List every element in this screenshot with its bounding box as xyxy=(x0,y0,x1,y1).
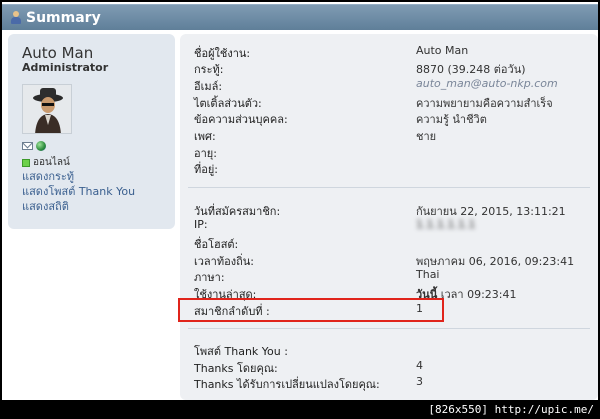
detail-value: ความรู้ นำชีวิต xyxy=(416,113,487,126)
detail-row-posts: กระทู้: 8870 (39.248 ต่อวัน) xyxy=(194,60,590,76)
detail-label: ชื่อโฮสต์: xyxy=(194,238,239,251)
profile-username: Auto Man xyxy=(22,44,94,62)
section-divider xyxy=(188,328,590,329)
detail-value: Auto Man xyxy=(416,44,469,57)
detail-row-thanks-changed: Thanks ได้รับการเปลี่ยนแปลงโดยคุณ: 3 xyxy=(194,375,590,391)
avatar xyxy=(22,84,72,134)
detail-label: ที่อยู่: xyxy=(194,163,219,176)
detail-label: ภาษา: xyxy=(194,271,225,284)
detail-value: ชาย xyxy=(416,130,437,143)
detail-value-redacted: 1.1.1.1.1.1 xyxy=(416,218,476,231)
detail-row-local-time: เวลาท้องถิ่น: พฤษภาคม 06, 2016, 09:23:41 xyxy=(194,252,590,268)
contact-icons xyxy=(22,141,46,151)
detail-row-personal-title: ไตเติ้ลส่วนตัว: ความพยายามคือความสำเร็จ xyxy=(194,94,590,110)
detail-value: 4 xyxy=(416,359,423,372)
last-active-time: เวลา 09:23:41 xyxy=(437,288,517,301)
screenshot-frame: Summary Auto Man Administrator ออนไลน์ แ… xyxy=(0,0,600,419)
section-divider xyxy=(188,187,590,188)
detail-label: อีเมล์: xyxy=(194,80,223,93)
email-link[interactable]: auto_man@auto-nkp.com xyxy=(416,77,558,90)
detail-label: Thanks ได้รับการเปลี่ยนแปลงโดยคุณ: xyxy=(194,378,380,391)
detail-label: เพศ: xyxy=(194,130,216,143)
detail-label: IP: xyxy=(194,218,208,231)
detail-label: กระทู้: xyxy=(194,63,224,76)
summary-header: Summary xyxy=(2,4,598,30)
detail-row-email: อีเมล์: auto_man@auto-nkp.com xyxy=(194,77,590,93)
website-globe-icon[interactable] xyxy=(36,141,46,151)
detail-label: ข้อความส่วนบุคคล: xyxy=(194,113,288,126)
detail-row-personal-text: ข้อความส่วนบุคคล: ความรู้ นำชีวิต xyxy=(194,110,590,126)
profile-rank: Administrator xyxy=(22,61,109,74)
detail-value: 8870 (39.248 ต่อวัน) xyxy=(416,63,526,76)
detail-row-language: ภาษา: Thai xyxy=(194,268,590,284)
detail-row-location: ที่อยู่: xyxy=(194,160,590,176)
detail-value: 3 xyxy=(416,375,423,388)
image-host-footer: [826x550] http://upic.me/ xyxy=(0,400,600,419)
profile-card: Auto Man Administrator ออนไลน์ แสดงกระทู… xyxy=(8,34,175,229)
detail-row-date-registered: วันที่สมัครสมาชิก: กันยายน 22, 2015, 13:… xyxy=(194,202,590,218)
profile-page: Summary Auto Man Administrator ออนไลน์ แ… xyxy=(2,2,598,400)
member-number-highlight xyxy=(178,298,444,322)
detail-row-age: อายุ: xyxy=(194,144,590,160)
detail-row-thank-you-header: โพสต์ Thank You : xyxy=(194,342,590,358)
detail-label: โพสต์ Thank You : xyxy=(194,345,288,358)
avatar-image xyxy=(23,85,71,133)
detail-value: Thai xyxy=(416,268,440,281)
profile-details-panel: ชื่อผู้ใช้งาน: Auto Man กระทู้: 8870 (39… xyxy=(180,34,598,400)
online-status-icon xyxy=(22,158,30,167)
detail-row-username: ชื่อผู้ใช้งาน: Auto Man xyxy=(194,44,590,60)
user-icon xyxy=(10,10,22,25)
summary-title: Summary xyxy=(26,9,101,26)
show-stats-link[interactable]: แสดงสถิติ xyxy=(22,197,69,215)
email-icon[interactable] xyxy=(22,142,33,150)
detail-row-gender: เพศ: ชาย xyxy=(194,127,590,143)
detail-row-ip: IP: 1.1.1.1.1.1 xyxy=(194,218,590,234)
detail-row-thanks-by: Thanks โดยคุณ: 4 xyxy=(194,359,590,375)
detail-row-hostname: ชื่อโฮสต์: xyxy=(194,235,590,251)
